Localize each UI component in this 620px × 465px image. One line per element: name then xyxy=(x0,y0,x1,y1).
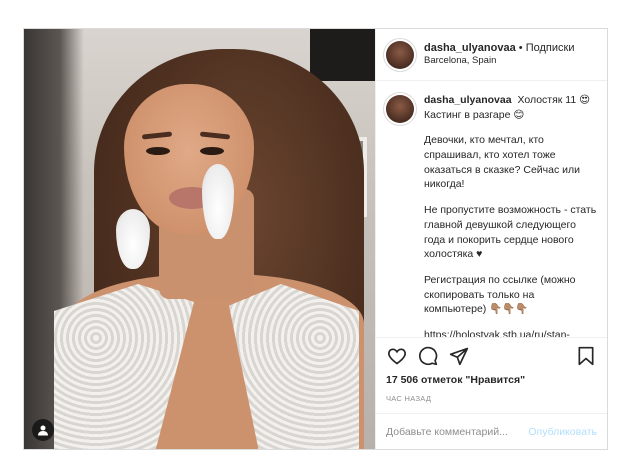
like-button[interactable] xyxy=(386,345,408,367)
bookmark-icon xyxy=(578,346,594,366)
comment-icon xyxy=(419,346,438,366)
caption: dasha_ulyanovaa Холостяк 11 😍 Кастинг в … xyxy=(386,93,597,337)
action-bar: 17 506 отметок "Нравится" ЧАС НАЗАД xyxy=(376,337,607,403)
caption-text: dasha_ulyanovaa Холостяк 11 😍 Кастинг в … xyxy=(424,93,597,337)
caption-paragraph: dasha_ulyanovaa Холостяк 11 😍 Кастинг в … xyxy=(424,93,597,122)
photo-lamp xyxy=(310,29,375,81)
post-sidebar: dasha_ulyanovaa • Подписки Barcelona, Sp… xyxy=(375,29,607,449)
heart-icon xyxy=(388,348,406,365)
action-icons xyxy=(386,344,597,368)
comments-area[interactable]: dasha_ulyanovaa Холостяк 11 😍 Кастинг в … xyxy=(376,81,607,337)
add-comment-bar: Опубликовать xyxy=(376,413,607,449)
header-row: dasha_ulyanovaa • Подписки xyxy=(424,42,574,56)
caption-paragraph: Девочки, кто мечтал, кто спрашивал, кто … xyxy=(424,134,580,191)
user-tag-icon xyxy=(38,425,48,436)
share-icon xyxy=(449,347,469,366)
header-meta: dasha_ulyanovaa • Подписки Barcelona, Sp… xyxy=(424,42,574,68)
header-username[interactable]: dasha_ulyanovaa xyxy=(424,42,516,54)
post-header: dasha_ulyanovaa • Подписки Barcelona, Sp… xyxy=(376,29,607,81)
caption-link[interactable]: https://holostyak.stb.ua/ru/stan-uchastn… xyxy=(424,328,597,337)
caption-username[interactable]: dasha_ulyanovaa xyxy=(424,94,512,106)
likes-count[interactable]: 17 506 отметок "Нравится" xyxy=(386,374,597,386)
publish-button[interactable]: Опубликовать xyxy=(528,426,597,438)
follow-button[interactable]: Подписки xyxy=(526,42,575,54)
save-button[interactable] xyxy=(575,345,597,367)
photo-eye-left xyxy=(146,147,170,155)
comment-button[interactable] xyxy=(417,345,439,367)
avatar[interactable] xyxy=(386,40,414,69)
photo-eye-right xyxy=(200,147,224,155)
share-button[interactable] xyxy=(448,345,470,367)
header-separator: • xyxy=(518,41,523,54)
instagram-post: dasha_ulyanovaa • Подписки Barcelona, Sp… xyxy=(23,28,608,450)
location-link[interactable]: Barcelona, Spain xyxy=(424,55,574,67)
user-tag-button[interactable] xyxy=(32,419,54,441)
photo-face xyxy=(124,84,254,234)
post-photo[interactable] xyxy=(24,29,375,449)
post-time[interactable]: ЧАС НАЗАД xyxy=(386,394,597,403)
caption-paragraph: Регистрация по ссылке (можно скопировать… xyxy=(424,273,576,316)
caption-avatar[interactable] xyxy=(386,95,414,123)
comment-input[interactable] xyxy=(386,425,529,438)
caption-paragraph: Не пропустите возможность - стать главно… xyxy=(424,204,597,261)
